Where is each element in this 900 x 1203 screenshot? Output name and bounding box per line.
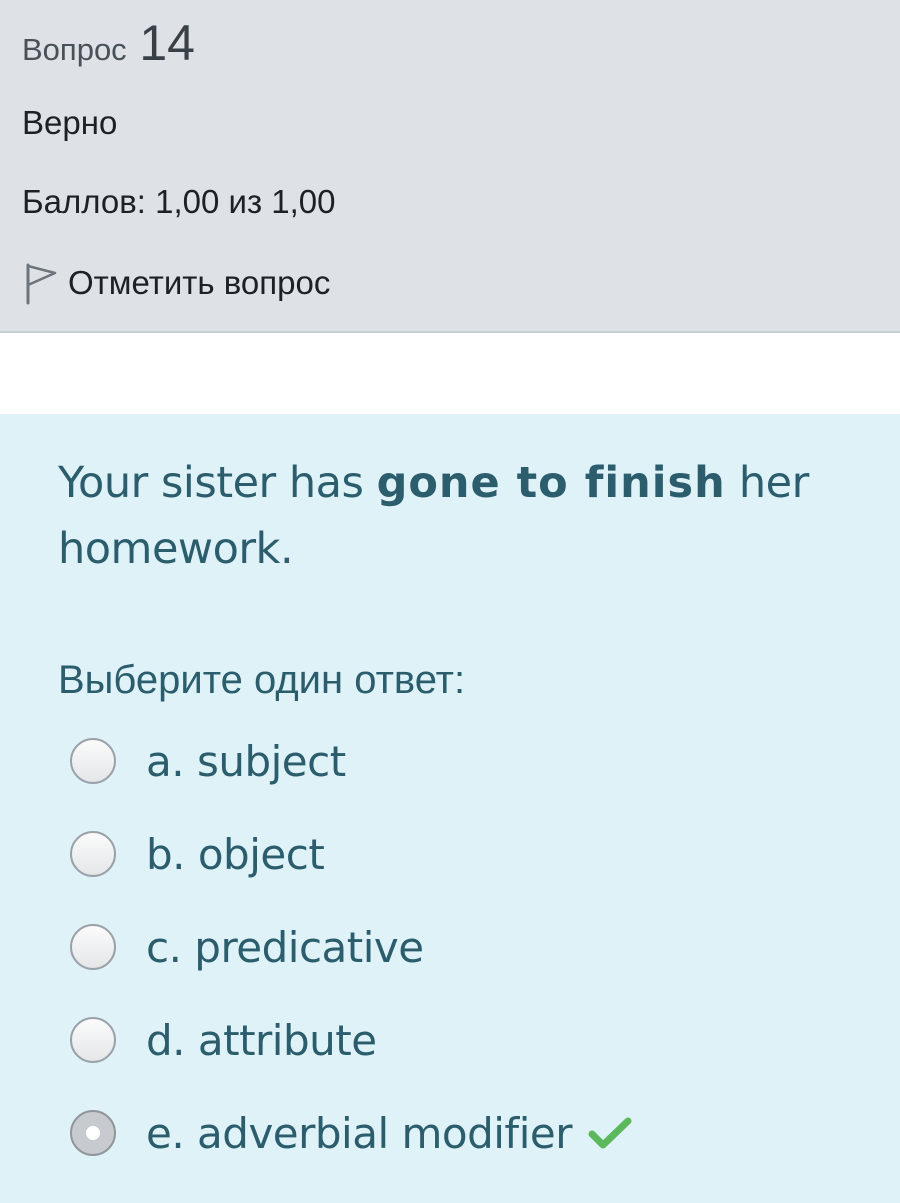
answer-option-d[interactable]: d. attribute [70,995,377,1085]
answer-option-a[interactable]: a. subject [70,716,346,806]
question-number: Вопрос 14 [22,14,195,72]
question-number-prefix: Вопрос [22,32,127,67]
flag-question-button[interactable]: Отметить вопрос [22,258,330,308]
question-text-emphasis: gone to finish [376,458,726,508]
check-icon [588,1115,632,1151]
flag-question-label: Отметить вопрос [68,264,331,301]
answer-label: b. object [146,829,325,879]
question-text-before: Your sister has [58,458,377,508]
question-number-value: 14 [139,15,195,71]
answer-option-e[interactable]: e. adverbial modifier [70,1088,632,1178]
answer-label: c. predicative [146,922,424,972]
answer-option-c[interactable]: c. predicative [70,902,424,992]
answer-label: e. adverbial modifier [146,1108,573,1158]
answer-label: a. subject [146,736,346,786]
answer-option-b[interactable]: b. object [70,809,325,899]
radio-icon-selected[interactable] [70,1110,116,1156]
question-text: Your sister has gone to finish her homew… [58,450,858,582]
answer-label: d. attribute [146,1015,377,1065]
radio-icon[interactable] [70,1017,116,1063]
flag-outline-icon [22,261,60,305]
question-grade: Баллов: 1,00 из 1,00 [22,183,336,220]
question-info-panel: Вопрос 14 Верно Баллов: 1,00 из 1,00 Отм… [0,0,900,333]
question-state: Верно [22,104,118,141]
radio-icon[interactable] [70,924,116,970]
radio-icon[interactable] [70,831,116,877]
radio-icon[interactable] [70,738,116,784]
answer-prompt: Выберите один ответ: [58,658,466,702]
